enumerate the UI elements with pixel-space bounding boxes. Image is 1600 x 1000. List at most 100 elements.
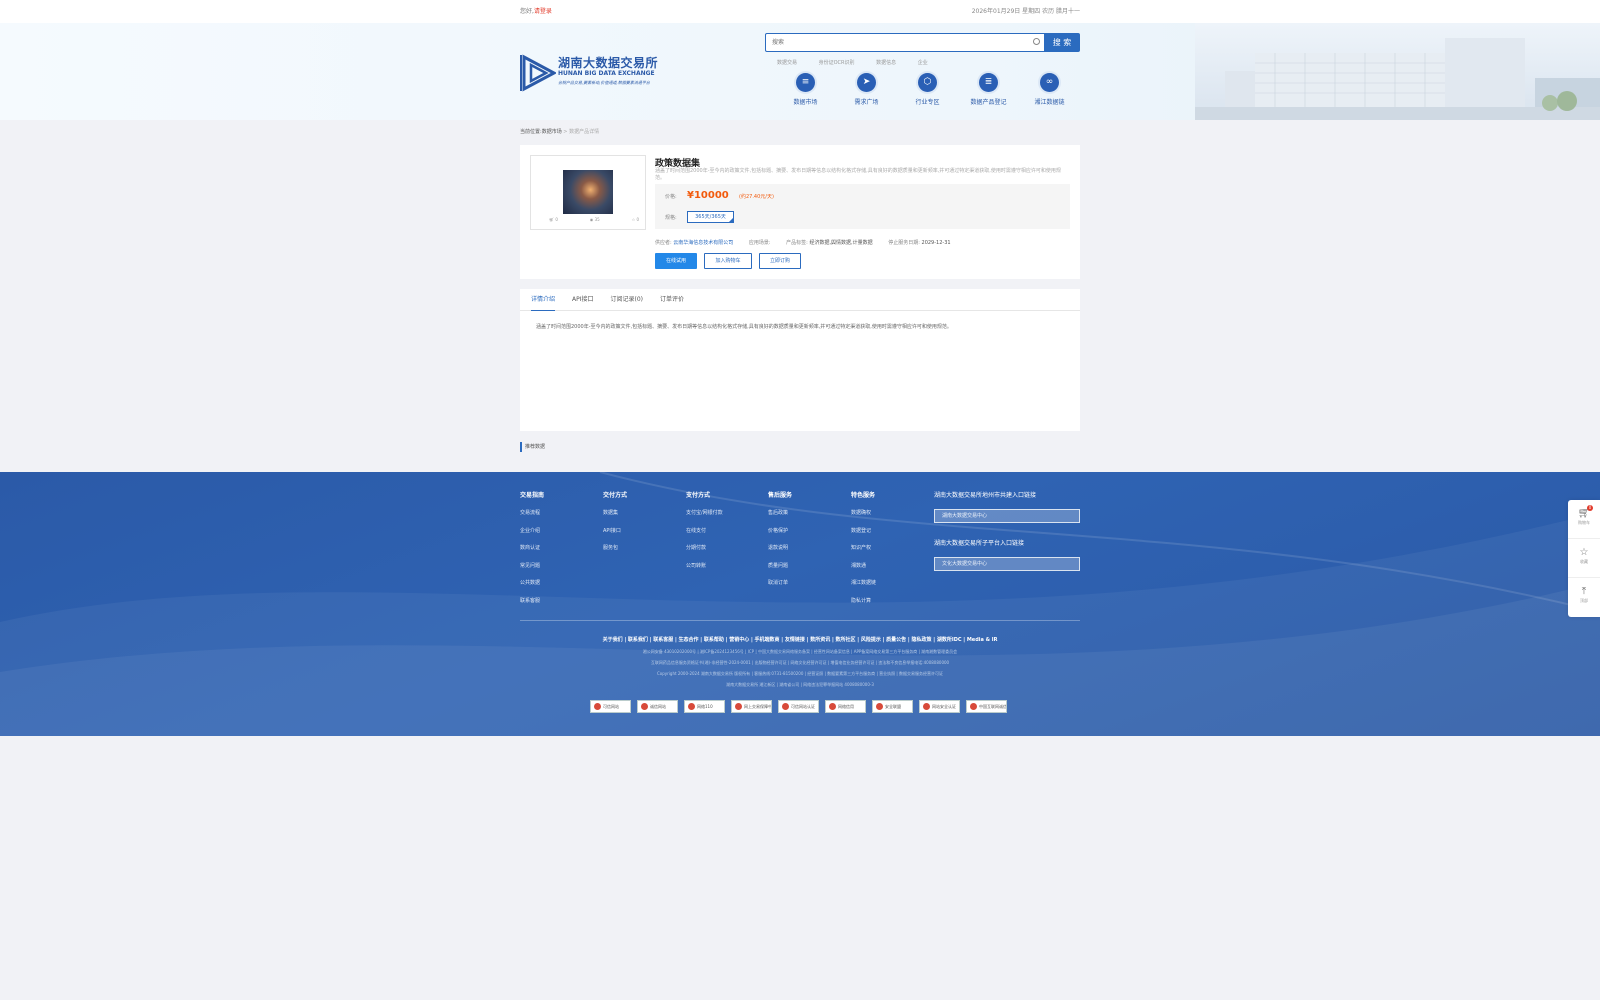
footer-link[interactable]: 公司转账 (686, 562, 723, 580)
hotword-link[interactable]: 身份证OCR识别 (819, 60, 855, 66)
tab-reviews[interactable]: 订单评价 (660, 289, 684, 311)
trust-badge[interactable]: 网络110 (684, 700, 725, 713)
trust-badge[interactable]: 安全联盟 (872, 700, 913, 713)
footer-link[interactable]: 湘江数据链 (851, 579, 876, 597)
trial-button[interactable]: 在线试用 (655, 253, 697, 269)
footer-nav-link[interactable]: 数所资讯 (810, 637, 830, 643)
trust-badge[interactable]: 可信网站 (590, 700, 631, 713)
hotword-link[interactable]: 企业 (918, 60, 928, 66)
add-to-cart-button[interactable]: 加入购物车 (704, 253, 752, 269)
nav-item-product-register[interactable]: ≣ 数据产品登记 (958, 73, 1019, 113)
footer-link[interactable]: 分期付款 (686, 544, 723, 562)
stop-date-label: 停止服务日期: (888, 240, 920, 246)
footer-link[interactable]: 退款说明 (768, 544, 792, 562)
nav-item-demand-square[interactable]: ➤ 需求广场 (836, 73, 897, 113)
tab-api[interactable]: API接口 (572, 289, 594, 311)
footer-link[interactable]: 售后政策 (768, 509, 792, 527)
footer-link[interactable]: 数据集 (603, 509, 627, 527)
footer-nav-link[interactable]: 友情链接 (785, 637, 805, 643)
login-link[interactable]: 请登录 (534, 8, 552, 15)
provider-label: 供应者: (655, 240, 672, 246)
buy-now-button[interactable]: 立即订购 (759, 253, 801, 269)
footer-nav-link[interactable]: 营销中心 (729, 637, 749, 643)
eye-icon: ◉ (589, 217, 594, 222)
spec-option-selected[interactable]: 365天/365天 (687, 211, 734, 223)
footer-link[interactable]: API接口 (603, 527, 627, 545)
footer-link[interactable]: 在线支付 (686, 527, 723, 545)
product-stats: 🛒︎ 0 ◉ 35 ☆ 0 (549, 217, 639, 222)
footer-link[interactable]: 企业介绍 (520, 527, 544, 545)
side-favorite-button[interactable]: ☆ 收藏 (1568, 539, 1600, 578)
site-logo[interactable]: 湖南大数据交易所 HUNAN BIG DATA EXCHANGE 合规产品交易,… (520, 53, 670, 93)
footer-link[interactable]: 数据确权 (851, 509, 876, 527)
greeting-text: 您好, (520, 8, 534, 15)
trust-badge[interactable]: 网上交易保障中心 (731, 700, 772, 713)
search-input[interactable] (765, 33, 1045, 52)
chain-link-icon: ∞ (1040, 73, 1059, 92)
spec-label: 规格: (665, 215, 677, 221)
side-cart-button[interactable]: 🛒︎ 0 购物车 (1568, 500, 1600, 539)
footer-link[interactable]: 支付宝/网银付款 (686, 509, 723, 527)
sub-platform-links-select[interactable]: 文化大数据交易中心 (934, 557, 1080, 571)
footer-nav-link[interactable]: 手机端数商 (755, 637, 780, 643)
price-panel: 价格: ¥10000 (约27.40元/天) 规格: 365天/365天 (655, 184, 1070, 229)
footer-nav-link[interactable]: 联系客服 (653, 637, 673, 643)
footer-nav-link[interactable]: 生态合作 (679, 637, 699, 643)
footer-link[interactable]: 服务包 (603, 544, 627, 562)
footer-link[interactable]: 知识产权 (851, 544, 876, 562)
footer-nav-link[interactable]: 联系帮助 (704, 637, 724, 643)
footer-nav-link[interactable]: 数所社区 (836, 637, 856, 643)
footer-info-line: 互联网药品信息服务资格证书(湘)-非经营性-2024-0001 | 出版物经营许… (650, 660, 950, 665)
footer-col-title: 特色服务 (851, 492, 876, 499)
city-links-select[interactable]: 湖南大数据交易中心 (934, 509, 1080, 523)
footer-nav-link[interactable]: 联系我们 (628, 637, 648, 643)
footer-link[interactable]: 公共数据 (520, 579, 544, 597)
footer-col-delivery: 交付方式 数据集 API接口 服务包 (603, 490, 627, 562)
breadcrumb-level1[interactable]: 数据市场 (542, 129, 562, 135)
footer-nav-link[interactable]: 风险提示 (861, 637, 881, 643)
footer-nav-link[interactable]: 隐私政策 (912, 637, 932, 643)
hotword-link[interactable]: 数据交易 (777, 60, 797, 66)
product-image[interactable] (563, 170, 613, 214)
cart-icon: 🛒︎ (549, 217, 555, 222)
footer-link[interactable]: 隐私计算 (851, 597, 876, 615)
side-back-to-top-button[interactable]: ⤒ 顶部 (1568, 578, 1600, 617)
trust-badge[interactable]: 诚信网站 (637, 700, 678, 713)
footer-nav-link[interactable]: 湖数所IDC (937, 637, 962, 643)
side-favorite-label: 收藏 (1580, 559, 1588, 564)
nav-item-data-market[interactable]: ≡ 数据市场 (775, 73, 836, 113)
footer-nav-link[interactable]: 质量公告 (886, 637, 906, 643)
trust-badge[interactable]: 可信网站认证 (778, 700, 819, 713)
footer-link[interactable]: 质量问题 (768, 562, 792, 580)
footer-col-payment: 支付方式 支付宝/网银付款 在线支付 分期付款 公司转账 (686, 490, 723, 579)
footer-link[interactable]: 数据登记 (851, 527, 876, 545)
footer-link[interactable]: 常见问题 (520, 562, 544, 580)
search-button[interactable]: 搜 索 (1044, 33, 1080, 52)
footer-col-title: 交付方式 (603, 492, 628, 499)
provider-link[interactable]: 云南华海信息技术有限公司 (673, 240, 733, 246)
footer-link[interactable]: 价格保护 (768, 527, 792, 545)
trust-badge[interactable]: 中国互联网诚信 (966, 700, 1007, 713)
tab-details[interactable]: 详情介绍 (531, 289, 556, 311)
nav-item-xiangjiang-chain[interactable]: ∞ 湘江数据链 (1019, 73, 1080, 113)
arrow-up-icon: ⤒ (1581, 586, 1587, 597)
footer-link[interactable]: 交易流程 (520, 509, 544, 527)
tab-subscriptions[interactable]: 订阅记录(0) (611, 289, 644, 311)
footer-nav-link[interactable]: 关于我们 (603, 637, 623, 643)
search-icon[interactable] (1033, 38, 1040, 45)
footer-link[interactable]: 数商认证 (520, 544, 544, 562)
footer-link[interactable]: 湘数通 (851, 562, 876, 580)
logo-mark-icon (520, 54, 558, 92)
favorite-stat[interactable]: ☆ 0 (632, 217, 639, 222)
nav-item-industry-zone[interactable]: ⬡ 行业专区 (897, 73, 958, 113)
footer-link[interactable]: 联系客服 (520, 597, 544, 615)
trust-badges: 可信网站 诚信网站 网络110 网上交易保障中心 可信网站认证 网络信用 安全联… (590, 700, 1013, 713)
hotword-link[interactable]: 数据信息 (876, 60, 896, 66)
nav-label: 湘江数据链 (1034, 99, 1065, 106)
footer-nav-link[interactable]: Media & IR (967, 637, 998, 643)
trust-badge[interactable]: 网络信用 (825, 700, 866, 713)
footer-link[interactable]: 取消订单 (768, 579, 792, 597)
footer-col-title: 售后服务 (768, 492, 793, 499)
cart-count-badge: 0 (1587, 505, 1593, 511)
trust-badge[interactable]: 网站安全认证 (919, 700, 960, 713)
